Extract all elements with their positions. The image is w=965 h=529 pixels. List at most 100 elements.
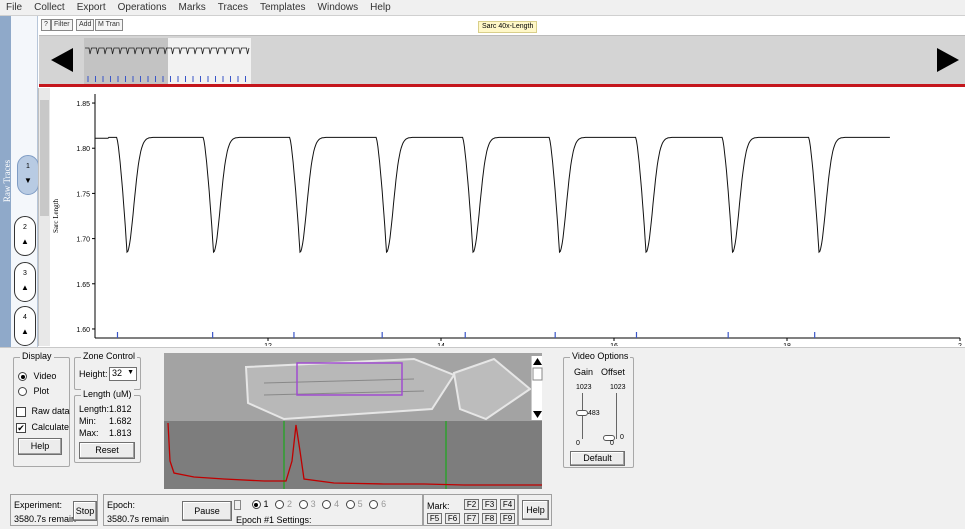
experiment-label: Experiment: [14, 500, 63, 510]
epoch-radio-2[interactable] [275, 500, 285, 510]
f3-key-button[interactable]: F3 [482, 499, 497, 510]
sarc-length-trace [95, 136, 890, 254]
reset-button[interactable]: Reset [79, 442, 135, 459]
video-radio[interactable]: Video [18, 371, 57, 382]
filter-toolbar-button[interactable]: Filter [51, 19, 73, 31]
calculate-check-box[interactable]: ✔ [16, 422, 26, 433]
menu-collect[interactable]: Collect [28, 0, 71, 16]
raw-data-checkbox[interactable]: Raw data [16, 406, 70, 417]
y-tick-label: 1.65 [76, 282, 90, 289]
epoch-scroll-box[interactable] [234, 499, 241, 510]
epoch-label-5: 5 [357, 499, 363, 509]
epoch-radio-4[interactable] [322, 500, 332, 510]
epoch-radio-6[interactable] [369, 500, 379, 510]
display-help-button[interactable]: Help [18, 438, 62, 455]
scroll-right-arrow-icon[interactable] [937, 48, 959, 72]
stop-button[interactable]: Stop [73, 501, 97, 521]
offset-max: 1023 [610, 384, 626, 391]
help-toolbar-button[interactable]: ? [41, 19, 51, 31]
calculate-checkbox[interactable]: ✔ Calculate [16, 422, 69, 433]
overview-strip[interactable] [39, 35, 965, 85]
height-select[interactable]: 32 ▼ [109, 367, 137, 381]
status-help-button[interactable]: Help [522, 500, 549, 520]
intensity-profile-view [164, 421, 542, 489]
y-tick-label: 1.80 [76, 146, 90, 153]
default-button[interactable]: Default [570, 451, 625, 466]
height-label: Height: [79, 369, 108, 379]
f7-key-button[interactable]: F7 [464, 513, 479, 524]
scroll-left-arrow-icon[interactable] [51, 48, 73, 72]
f2-key-button[interactable]: F2 [464, 499, 479, 510]
offset-slider-track[interactable] [616, 393, 617, 439]
calculate-label: Calculate [31, 422, 70, 432]
mark-box: Mark: F2 F3 F4 F5 F6 F7 F8 F9 [423, 494, 518, 526]
sarcomere-length-chart: 1.85 1.80 1.75 1.70 1.65 1.60 12 14 16 18 2 Sarc Le… [50, 88, 965, 350]
y-tick-label: 1.75 [76, 191, 90, 198]
gain-slider-thumb[interactable] [576, 410, 588, 416]
add-toolbar-button[interactable]: Add [76, 19, 95, 31]
max-value: 1.813 [109, 428, 132, 438]
menu-operations[interactable]: Operations [112, 0, 173, 16]
trace-button-2-number: 2 [23, 224, 27, 231]
segment-label: Sarc 40x-Length [478, 21, 538, 33]
offset-min: 0 [610, 440, 614, 447]
menu-marks[interactable]: Marks [173, 0, 212, 16]
chart-vertical-scrollbar[interactable] [38, 88, 50, 346]
status-help-box: Help [518, 494, 552, 526]
x-tick-label: 18 [783, 343, 791, 346]
epoch-label-4: 4 [334, 499, 340, 509]
menu-help[interactable]: Help [364, 0, 397, 16]
plot-radio-label: Plot [33, 386, 50, 396]
video-radio-label: Video [33, 371, 57, 381]
epoch-radio-3[interactable] [298, 500, 308, 510]
length-value: 1.812 [109, 404, 132, 414]
y-tick-label: 1.60 [76, 327, 90, 334]
menu-traces[interactable]: Traces [212, 0, 254, 16]
menu-file[interactable]: File [0, 0, 28, 16]
max-label: Max: [79, 428, 99, 438]
overview-trace [85, 47, 250, 82]
zone-control-title: Zone Control [81, 351, 138, 361]
video-radio-dot[interactable] [18, 372, 27, 382]
video-scrollbar[interactable] [531, 356, 543, 420]
min-label: Min: [79, 416, 97, 426]
menu-bar: File Collect Export Operations Marks Tra… [0, 0, 965, 16]
experiment-box: Experiment: 3580.7s remain Stop [10, 494, 98, 526]
gain-slider-track[interactable] [582, 393, 583, 439]
trace-button-4-number: 4 [23, 314, 27, 321]
offset-label: Offset [601, 367, 625, 377]
chart-svg: 1.85 1.80 1.75 1.70 1.65 1.60 12 14 16 18 2 Sarc Le… [52, 94, 962, 350]
f6-key-button[interactable]: F6 [445, 513, 460, 524]
mtran-toolbar-button[interactable]: M Tran [95, 19, 123, 31]
f8-key-button[interactable]: F8 [482, 513, 497, 524]
raw-traces-tab[interactable]: Raw Traces [0, 16, 12, 347]
x-tick-label: 16 [610, 343, 618, 346]
epoch-radio-1[interactable] [251, 500, 261, 510]
f4-key-button[interactable]: F4 [500, 499, 515, 510]
trace-button-2[interactable]: 2 ▲ [14, 216, 36, 256]
trace-button-1[interactable]: 1 ▼ [17, 155, 39, 195]
plot-radio-dot[interactable] [18, 387, 27, 397]
status-bar: Experiment: 3580.7s remain Stop Epoch: 3… [0, 489, 965, 529]
menu-windows[interactable]: Windows [312, 0, 365, 16]
raw-traces-label: Raw Traces [2, 159, 12, 203]
epoch-label-2: 2 [287, 499, 293, 509]
cell-video-view[interactable] [164, 353, 542, 421]
plot-radio[interactable]: Plot [18, 386, 50, 397]
f9-key-button[interactable]: F9 [500, 513, 515, 524]
f5-key-button[interactable]: F5 [427, 513, 442, 524]
min-value: 1.682 [109, 416, 132, 426]
raw-data-label: Raw data [31, 406, 70, 416]
menu-templates[interactable]: Templates [254, 0, 312, 16]
trace-button-1-number: 1 [26, 163, 30, 170]
scrollbar-thumb[interactable] [40, 100, 49, 216]
epoch-radio-5[interactable] [345, 500, 355, 510]
experiment-remain: 3580.7s remain [14, 514, 77, 524]
pause-button[interactable]: Pause [182, 501, 232, 521]
menu-export[interactable]: Export [71, 0, 112, 16]
chevron-down-icon[interactable]: ▼ [127, 369, 134, 376]
trace-button-3-number: 3 [23, 270, 27, 277]
trace-button-4[interactable]: 4 ▲ [14, 306, 36, 346]
raw-data-check-box[interactable] [16, 406, 26, 417]
trace-button-3[interactable]: 3 ▲ [14, 262, 36, 302]
